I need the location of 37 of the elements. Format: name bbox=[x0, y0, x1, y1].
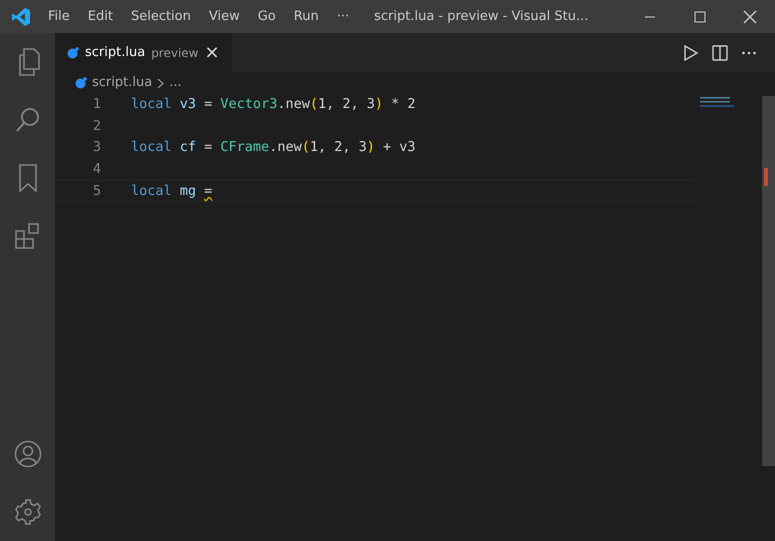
search-icon[interactable] bbox=[14, 107, 40, 133]
account-icon[interactable] bbox=[14, 440, 42, 468]
menu-item[interactable]: Edit bbox=[78, 6, 122, 26]
breadcrumb-item[interactable]: ... bbox=[169, 73, 182, 93]
menu-item[interactable]: Run bbox=[284, 6, 328, 26]
line-number: 2 bbox=[92, 116, 102, 136]
run-icon[interactable] bbox=[683, 44, 699, 60]
lua-file-icon bbox=[75, 77, 87, 89]
close-icon[interactable] bbox=[743, 10, 757, 24]
scrollbar[interactable] bbox=[762, 96, 775, 466]
tab-title: script.lua bbox=[85, 44, 146, 62]
minimap-drawing bbox=[700, 96, 734, 110]
window-title: script.lua - preview - Visual Stu... bbox=[374, 8, 588, 26]
split-editor-icon[interactable] bbox=[712, 44, 728, 60]
chevron-icon bbox=[157, 78, 164, 88]
editor-tab[interactable]: script.lua preview × bbox=[55, 33, 232, 72]
line-number: 4 bbox=[92, 160, 102, 178]
line-number: 1 bbox=[92, 95, 102, 114]
line-number: 5 bbox=[92, 182, 102, 200]
menu-item[interactable]: View bbox=[200, 6, 249, 26]
menu-item[interactable]: File bbox=[39, 6, 79, 26]
menu-item[interactable]: Go bbox=[248, 6, 285, 26]
tab-description: preview bbox=[151, 44, 198, 62]
app-logo-icon bbox=[11, 6, 31, 26]
menu-item[interactable]: ··· bbox=[328, 6, 358, 26]
bookmark-icon[interactable] bbox=[18, 164, 38, 192]
tab-close-button[interactable]: × bbox=[204, 44, 220, 62]
menu-item[interactable]: Selection bbox=[122, 6, 200, 26]
settings-icon[interactable] bbox=[14, 498, 42, 526]
line-number: 3 bbox=[92, 138, 102, 157]
lua-file-icon bbox=[67, 46, 79, 58]
code-line: local cf = CFrame.new(1, 2, 3) + v3 bbox=[131, 138, 416, 157]
code-line: local mg = bbox=[131, 182, 212, 200]
extensions-icon[interactable] bbox=[14, 222, 42, 250]
code-line: local v3 = Vector3.new(1, 2, 3) * 2 bbox=[131, 95, 416, 114]
breadcrumb-item[interactable]: script.lua bbox=[92, 73, 152, 93]
maximize-icon[interactable] bbox=[694, 10, 706, 22]
